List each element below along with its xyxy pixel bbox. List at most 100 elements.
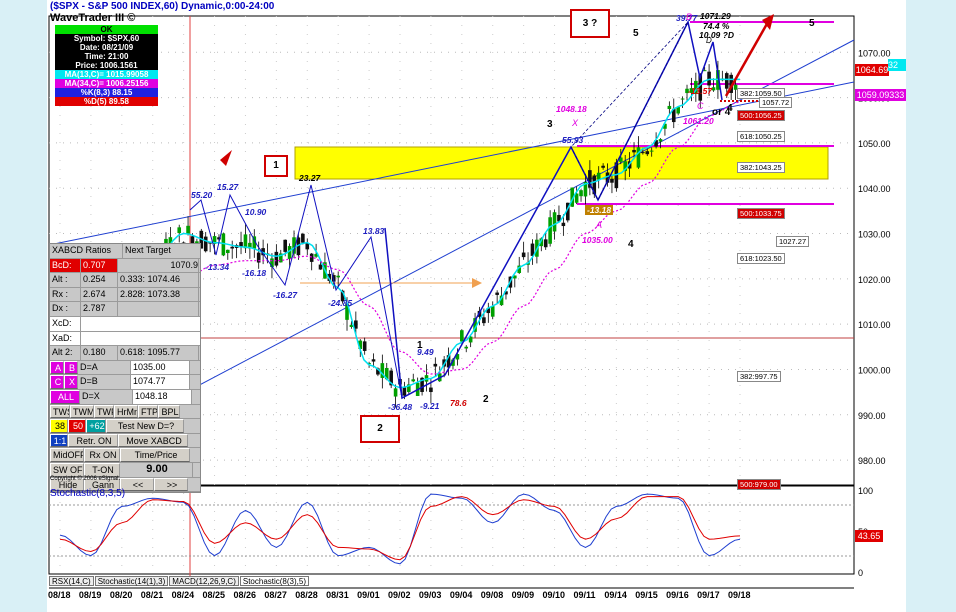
d-label: %D(5) 89.58 (55, 97, 158, 106)
candle-body (482, 317, 486, 324)
hrmn-button[interactable]: HrMn (114, 404, 138, 419)
bpl-button[interactable]: BPL (158, 404, 180, 419)
prev-button[interactable]: << (120, 477, 154, 492)
ratio-label: BcD: (50, 258, 81, 273)
time-price-value: 9.00 (120, 462, 193, 477)
sw-off-button[interactable]: SW OFF (50, 462, 84, 477)
date-tick-label: 09/16 (666, 590, 689, 600)
projection-arrow (472, 278, 482, 288)
pattern-letter-c: C (697, 101, 704, 111)
ftp-button[interactable]: FTP (138, 404, 158, 419)
mid-off-button[interactable]: MidOFF (50, 448, 84, 462)
time-label: Time: 21:00 (55, 52, 158, 61)
move-xabcd-button[interactable]: Move XABCD (118, 433, 188, 448)
candle-body (230, 246, 235, 249)
candle-body (283, 239, 287, 252)
test-new-d-button[interactable]: Test New D=? (106, 419, 184, 433)
ret-50-button[interactable]: 50 (68, 419, 86, 433)
twm-button[interactable]: TWM (70, 404, 94, 419)
swing-label: 23.27 (299, 173, 321, 183)
target-label: D=B (78, 375, 131, 389)
swing-label: -13.34 (205, 262, 230, 272)
xabcd-panel: XABCD Ratios Next Target BcD: 0.707 1070… (49, 243, 201, 494)
k-label: %K(8,3) 88.15 (55, 88, 158, 97)
toggle-c[interactable]: C (50, 375, 64, 389)
time-price-button[interactable]: Time/Price (120, 448, 190, 462)
stochastic-title: Stochastic(8,3,5) (50, 488, 126, 499)
ma-long-label: MA(34,C)= 1006.25156 (55, 79, 158, 88)
swing-label: -16.18 (242, 268, 267, 278)
ret-62-button[interactable]: +62 (86, 419, 106, 433)
candle-body (411, 379, 416, 382)
candle-body (667, 105, 672, 110)
level-label: 618:1050.25 (737, 131, 785, 142)
next-button[interactable]: >> (154, 477, 188, 492)
tws-button[interactable]: TWS (50, 404, 70, 419)
swing-label: 78.6 (450, 398, 467, 408)
candle-body (521, 252, 526, 258)
tab-macd[interactable]: MACD(12,26,9,C) (169, 576, 239, 586)
price-label: Price: 1006.1561 (55, 61, 158, 70)
candle-body (460, 330, 464, 342)
price-tick-label: 1030.00 (858, 230, 891, 240)
ratio-target: 1070.9 (118, 258, 199, 273)
date-axis: 08/18 08/19 08/20 08/21 08/24 08/25 08/26 08/27… (48, 590, 751, 600)
date-tick-label: 08/26 (233, 590, 256, 600)
candle-body (203, 236, 208, 252)
candle-body (336, 275, 340, 278)
one-to-one-button[interactable]: 1:1 (50, 433, 68, 448)
candle-body (186, 225, 190, 234)
swing-label: 9.49 (417, 347, 434, 357)
wave-label: 5 (809, 18, 815, 29)
date-tick-label: 09/18 (728, 590, 751, 600)
next-target-label: Next Target (125, 245, 171, 255)
swing-label: -13.18 (585, 205, 614, 215)
ratio-label: Rx : (50, 287, 81, 302)
date-tick-label: 08/27 (264, 590, 287, 600)
toggle-b[interactable]: B (64, 360, 78, 375)
date-tick-label: 09/04 (450, 590, 473, 600)
date-tick-label: 09/11 (573, 590, 595, 600)
candle-body (641, 152, 645, 154)
tab-rsx[interactable]: RSX(14,C) (49, 576, 94, 586)
ratio-label: XaD: (50, 331, 81, 346)
swing-label: -13.57 (688, 86, 713, 96)
swing-label: 10.09 ?D (699, 30, 734, 40)
candle-body (680, 98, 685, 100)
wave-box-1: 1 (264, 155, 288, 177)
swing-label: -9.21 (420, 401, 440, 411)
candle-body (318, 264, 323, 270)
ratio-value: 0.180 (81, 346, 118, 360)
twf-button[interactable]: TWF (94, 404, 114, 419)
date-tick-label: 09/01 (357, 590, 380, 600)
date-tick-label: 08/24 (172, 590, 195, 600)
level-label: 382:1043.25 (737, 162, 785, 173)
price-tick-label: 1000.00 (858, 365, 891, 375)
pattern-letter-b: B (686, 12, 693, 22)
tab-stochastic-14[interactable]: Stochastic(14(1),3) (94, 576, 169, 586)
target-value: 1035.00 (131, 360, 190, 375)
level-label: 1057.72 (759, 97, 793, 108)
date-tick-label: 09/03 (419, 590, 442, 600)
wave-label: or 4 (712, 107, 731, 118)
target-value: 1048.18 (133, 389, 192, 404)
candle-body (601, 165, 605, 168)
rx-on-button[interactable]: Rx ON (84, 448, 120, 462)
candle-body (402, 387, 407, 396)
ret-38-button[interactable]: 38 (50, 419, 68, 433)
date-tick-label: 09/15 (635, 590, 658, 600)
toggle-x[interactable]: X (64, 375, 78, 389)
red-marker (220, 150, 232, 166)
toggle-all[interactable]: ALL (50, 389, 80, 404)
candle-body (433, 363, 438, 367)
toggle-a[interactable]: A (50, 360, 64, 375)
copyright: Copyright © 2006 eSignal. (50, 476, 121, 482)
t-on-button[interactable]: T-ON (84, 462, 120, 477)
price-tick-label: 1040.00 (858, 184, 891, 194)
swing-label: 55.93 (562, 135, 584, 145)
retr-on-button[interactable]: Retr. ON (68, 433, 118, 448)
tab-stochastic-8[interactable]: Stochastic(8(3),5) (239, 576, 309, 586)
date-tick-label: 09/08 (481, 590, 504, 600)
stoch-tick-label: 0 (858, 568, 863, 578)
date-tick-label: 08/19 (79, 590, 102, 600)
